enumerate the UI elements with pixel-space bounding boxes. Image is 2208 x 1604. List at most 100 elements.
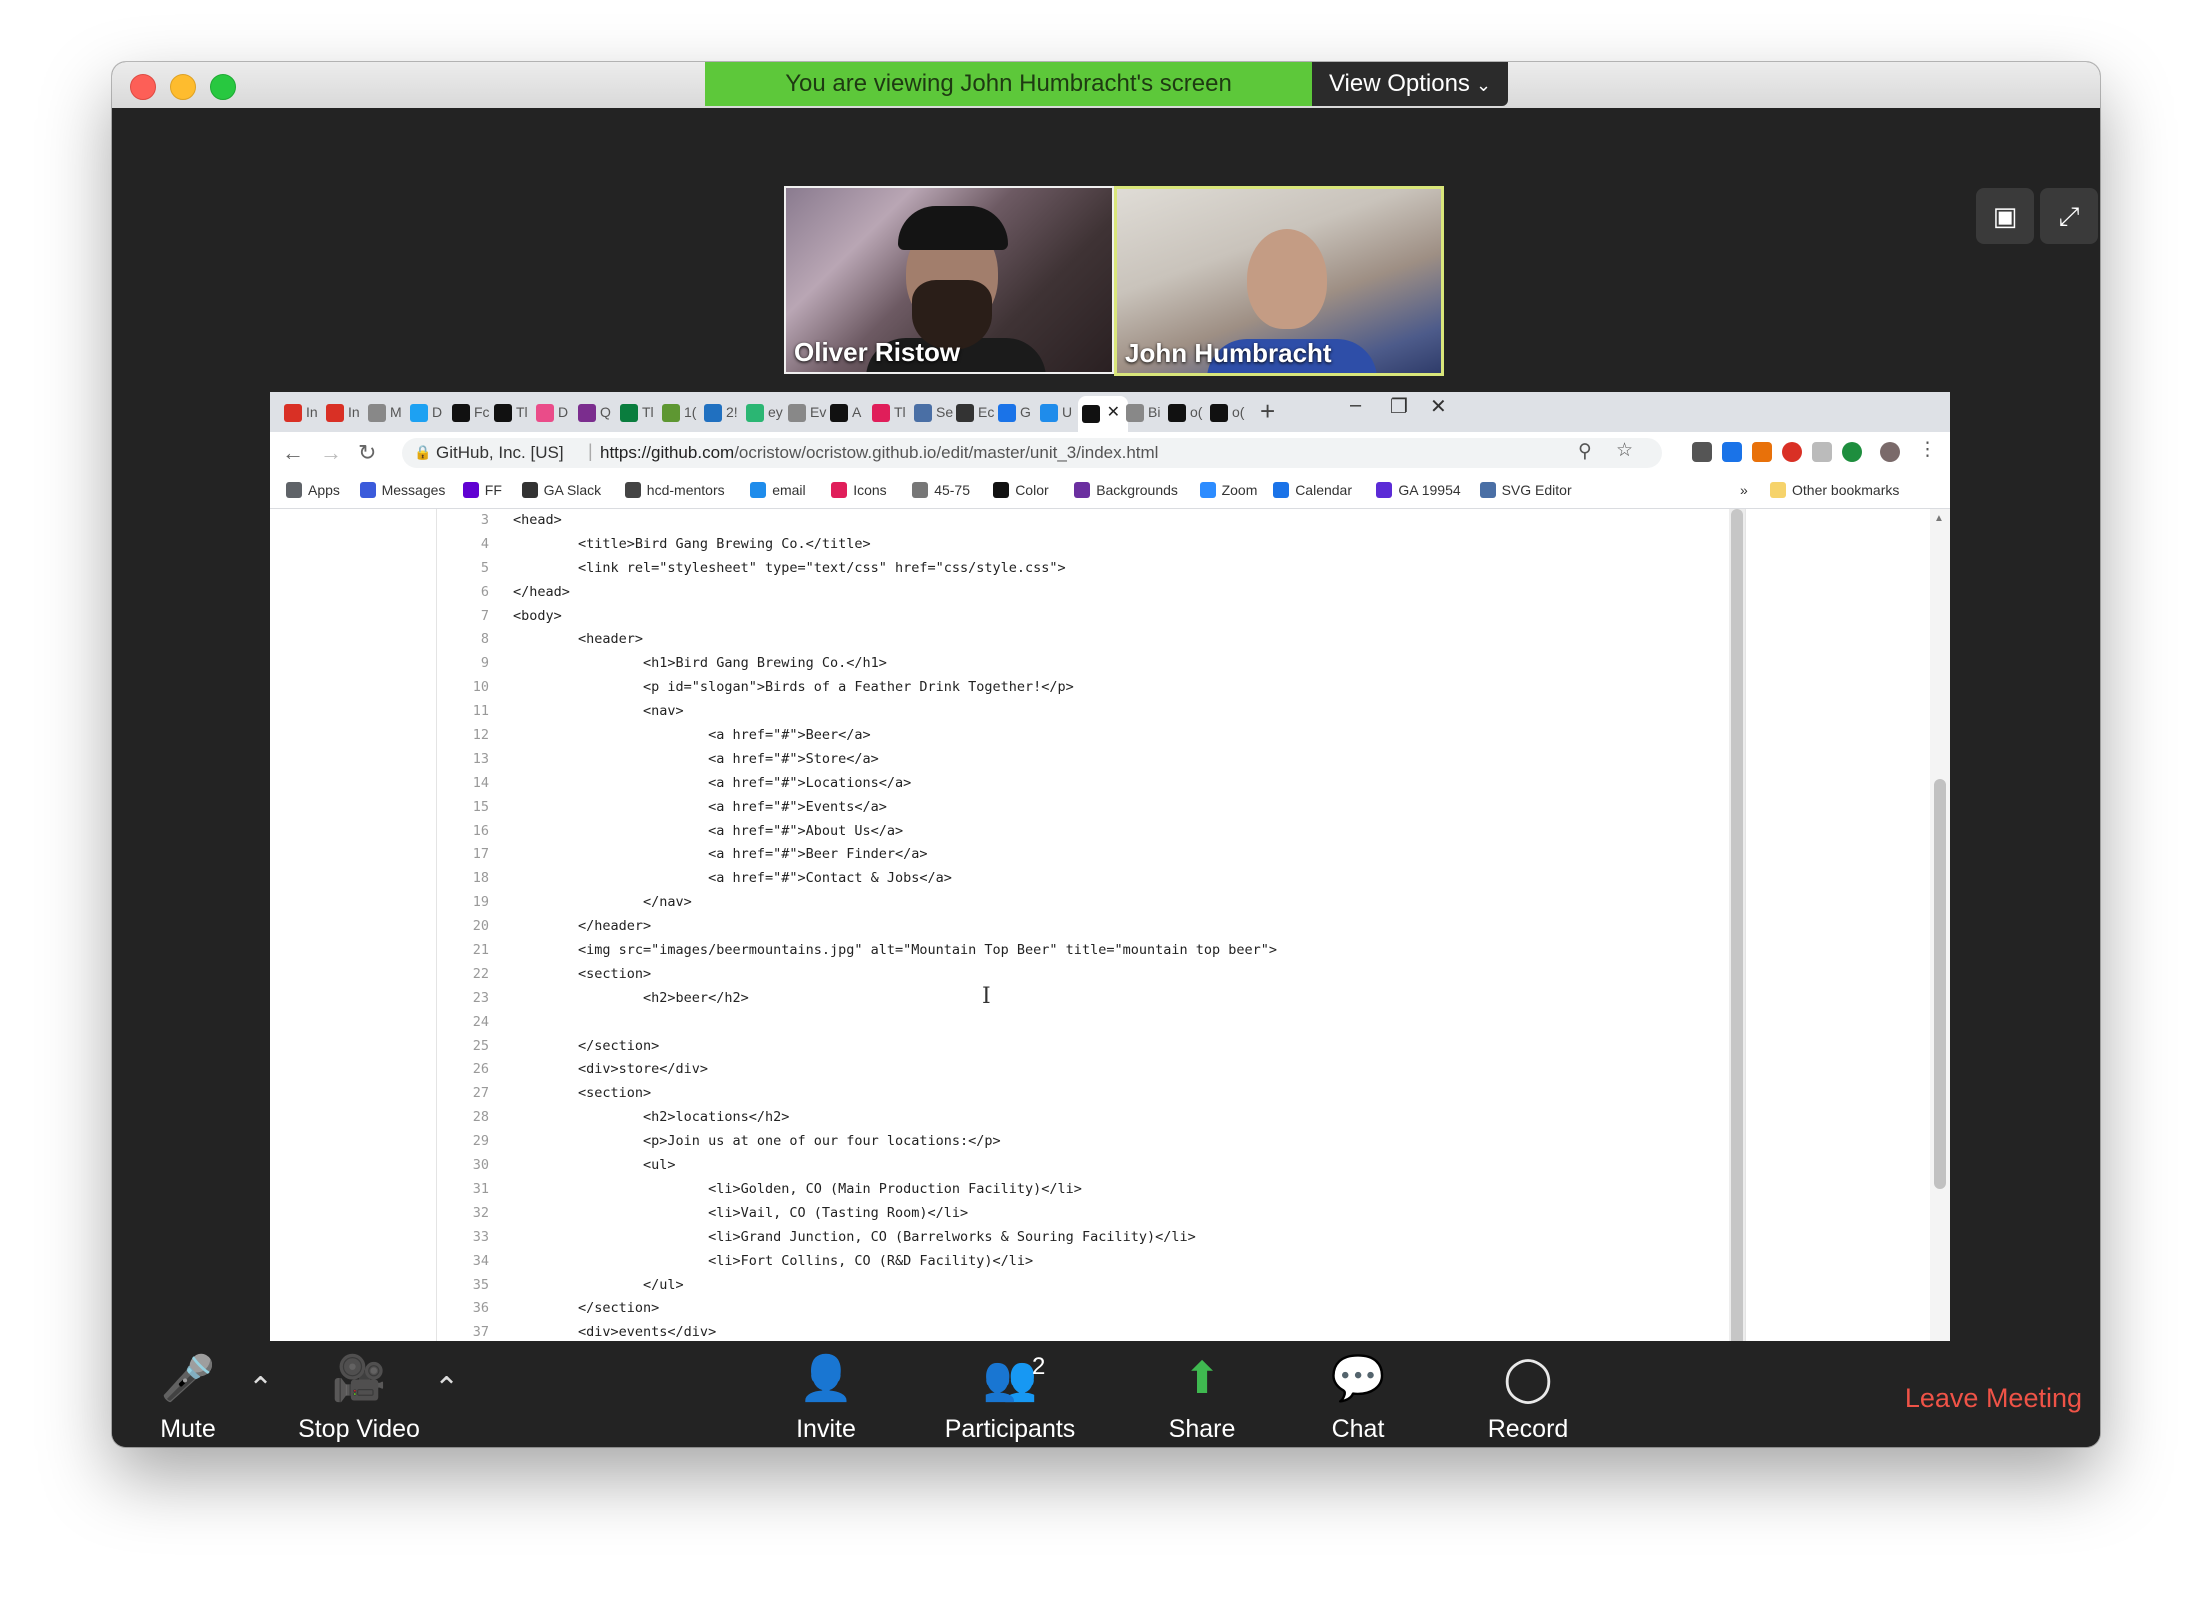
code-line[interactable]: </ul> [513,1274,1713,1298]
pocket-icon[interactable] [1692,442,1712,462]
code-line[interactable]: <div>store</div> [513,1058,1713,1082]
code-line[interactable]: <li>Fort Collins, CO (R&D Facility)</li> [513,1250,1713,1274]
close-tab-icon[interactable]: ✕ [1107,396,1120,430]
extension-icon[interactable] [1752,442,1772,462]
bookmark-item[interactable]: Apps [286,482,340,498]
code-line[interactable]: <li>Grand Junction, CO (Barrelworks & So… [513,1226,1713,1250]
close-window-button[interactable] [130,74,156,100]
code-line[interactable]: <h2>locations</h2> [513,1106,1713,1130]
bookmark-item[interactable]: Calendar [1273,482,1352,498]
other-bookmarks-button[interactable]: Other bookmarks [1770,482,1899,498]
bookmark-item[interactable]: Icons [831,482,887,498]
code-line[interactable]: <a href="#">Contact & Jobs</a> [513,867,1713,891]
restore-icon[interactable]: ❐ [1390,394,1408,419]
participant-video-oliver[interactable]: Oliver Ristow [784,186,1114,374]
browser-tab[interactable]: D [406,398,450,426]
browser-tab[interactable]: Ec [952,398,996,426]
bookmark-item[interactable]: GA 19954 [1376,482,1461,498]
browser-tab[interactable]: G [994,398,1038,426]
bookmark-item[interactable]: Backgrounds [1074,482,1178,498]
code-line[interactable]: <a href="#">About Us</a> [513,820,1713,844]
browser-tab[interactable]: In [280,398,324,426]
more-bookmarks-button[interactable]: » [1740,482,1748,498]
minimize-icon[interactable]: – [1350,394,1361,417]
code-line[interactable]: <header> [513,628,1713,652]
browser-tab[interactable]: o( [1206,398,1250,426]
participant-video-john[interactable]: John Humbracht [1114,186,1444,376]
avatar[interactable] [1880,442,1900,462]
opera-icon[interactable] [1782,442,1802,462]
browser-tab[interactable]: Fc [448,398,492,426]
browser-tab[interactable]: o( [1164,398,1208,426]
minimize-window-button[interactable] [170,74,196,100]
browser-tab[interactable]: D [532,398,576,426]
code-line[interactable]: </section> [513,1297,1713,1321]
browser-tab[interactable]: 2! [700,398,744,426]
bookmark-item[interactable]: Color [993,482,1049,498]
browser-tab[interactable]: ey [742,398,786,426]
bookmark-star-icon[interactable]: ☆ [1616,439,1633,462]
code-content[interactable]: <head> <title>Bird Gang Brewing Co.</tit… [513,509,1713,1387]
extension-icon[interactable] [1842,442,1862,462]
code-line[interactable]: <p id="slogan">Birds of a Feather Drink … [513,676,1713,700]
editor-scrollbar[interactable] [1729,509,1745,1379]
code-line[interactable]: <a href="#">Events</a> [513,796,1713,820]
video-options-caret-icon[interactable]: ⌃ [434,1371,459,1406]
mute-button[interactable]: 🎤 Mute [138,1351,238,1444]
code-line[interactable]: <ul> [513,1154,1713,1178]
stop-video-button[interactable]: 🎥 Stop Video [284,1351,434,1444]
audio-options-caret-icon[interactable]: ⌃ [248,1371,273,1406]
browser-tab[interactable]: Ev [784,398,828,426]
view-options-button[interactable]: View Options ⌄ [1312,62,1508,106]
reload-icon[interactable]: ↻ [358,440,376,466]
scroll-up-icon[interactable]: ▲ [1934,513,1944,524]
bookmark-item[interactable]: email [750,482,806,498]
record-button[interactable]: ◯ Record [1468,1351,1588,1444]
code-line[interactable]: <nav> [513,700,1713,724]
browser-tab[interactable]: Q [574,398,618,426]
browser-tab[interactable]: Tl [490,398,534,426]
code-line[interactable]: <li>Golden, CO (Main Production Facility… [513,1178,1713,1202]
forward-icon[interactable]: → [320,440,342,466]
bookmark-item[interactable]: FF [462,482,502,498]
bookmark-item[interactable]: Messages [359,482,445,498]
chat-button[interactable]: 💬 Chat [1298,1351,1418,1444]
extension-icon[interactable] [1812,442,1832,462]
code-line[interactable]: <img src="images/beermountains.jpg" alt=… [513,939,1713,963]
code-line[interactable]: </nav> [513,891,1713,915]
page-scrollbar[interactable]: ▲ [1930,509,1950,1387]
code-line[interactable]: <title>Bird Gang Brewing Co.</title> [513,533,1713,557]
code-line[interactable]: <a href="#">Store</a> [513,748,1713,772]
browser-tab[interactable]: M [364,398,408,426]
browser-tab[interactable]: Se [910,398,954,426]
code-line[interactable]: </head> [513,581,1713,605]
participants-button[interactable]: 👥 Participants [922,1351,1098,1444]
browser-tab[interactable]: Tl [868,398,912,426]
code-line[interactable]: <section> [513,963,1713,987]
code-line[interactable]: <h1>Bird Gang Brewing Co.</h1> [513,652,1713,676]
new-tab-icon[interactable]: + [1260,396,1275,427]
bookmark-item[interactable]: Zoom [1199,482,1257,498]
bookmark-item[interactable]: GA Slack [521,482,601,498]
code-line[interactable]: <p>Join us at one of our four locations:… [513,1130,1713,1154]
share-button[interactable]: ⬆ Share [1132,1351,1272,1444]
browser-tab[interactable]: U [1036,398,1080,426]
browser-tab[interactable]: Tl [616,398,660,426]
browser-tab[interactable]: ✕ [1078,396,1128,432]
bookmark-item[interactable]: hcd-mentors [624,482,725,498]
invite-button[interactable]: 👤 Invite [766,1351,886,1444]
code-line[interactable]: <section> [513,1082,1713,1106]
fullscreen-icon[interactable]: ⤢ [2040,188,2098,244]
browser-tab[interactable]: Bi [1122,398,1166,426]
code-editor[interactable]: 3 4 5 6 7 8 9 10 11 12 13 14 15 16 17 18 19 20 21 22 23 24 25 2… [436,509,1746,1387]
code-line[interactable] [513,1011,1713,1035]
code-line[interactable]: <link rel="stylesheet" type="text/css" h… [513,557,1713,581]
zoom-window-button[interactable] [210,74,236,100]
code-line[interactable]: <body> [513,605,1713,629]
code-line[interactable]: <a href="#">Locations</a> [513,772,1713,796]
back-icon[interactable]: ← [282,440,304,466]
close-icon[interactable]: ✕ [1430,394,1447,419]
kebab-menu-icon[interactable]: ⋮ [1918,438,1937,461]
address-bar[interactable]: 🔒 GitHub, Inc. [US] | https://github.com… [402,438,1662,468]
layout-toggle-icon[interactable]: ▣ [1976,188,2034,244]
